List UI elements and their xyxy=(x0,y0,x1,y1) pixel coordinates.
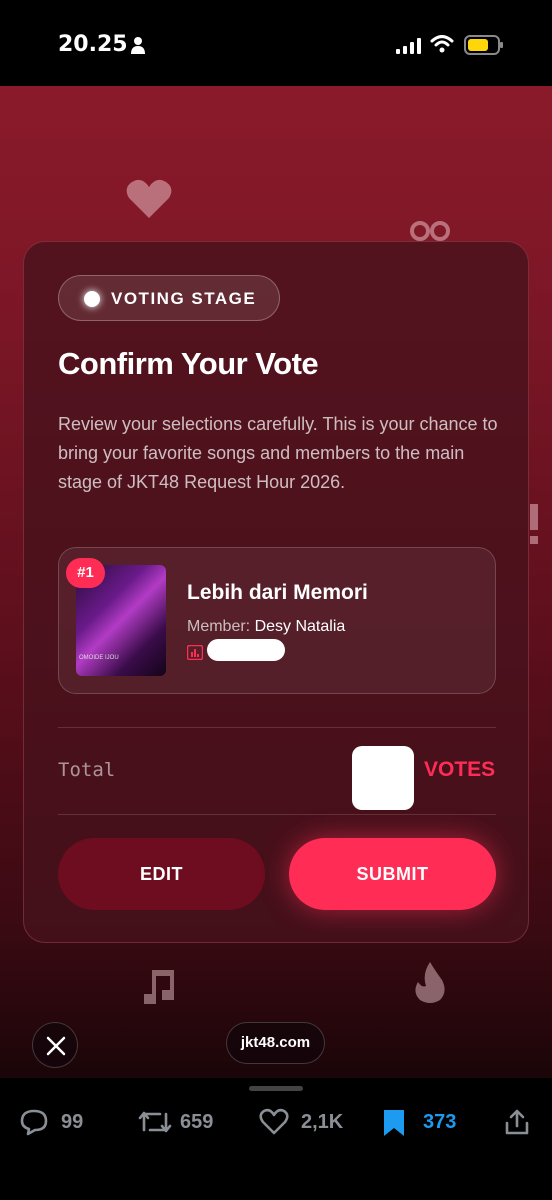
member-name: Desy Natalia xyxy=(254,618,346,635)
divider xyxy=(58,727,496,728)
exclamation-icon xyxy=(530,504,538,544)
sheet-grabber[interactable] xyxy=(249,1086,303,1091)
redaction-mark xyxy=(207,639,285,661)
reply-count: 99 xyxy=(61,1111,84,1133)
redaction-mark xyxy=(352,746,414,810)
description-text: Review your selections carefully. This i… xyxy=(58,414,498,492)
vote-selection-item: OMOIDE IJOU #1 Lebih dari Memori Member:… xyxy=(58,547,496,694)
member-line: Member: Desy Natalia xyxy=(187,618,345,636)
reply-icon xyxy=(20,1109,48,1136)
total-label: Total xyxy=(58,759,116,781)
bookmark-icon xyxy=(384,1110,404,1136)
member-label: Member: xyxy=(187,618,251,635)
signal-icon xyxy=(396,38,421,54)
submit-button[interactable]: SUBMIT xyxy=(289,838,496,910)
url-pill[interactable]: jkt48.com xyxy=(226,1022,325,1064)
status-dot xyxy=(84,291,100,307)
song-title: Lebih dari Memori xyxy=(187,581,368,604)
share-icon xyxy=(505,1109,529,1135)
bookmark-count: 373 xyxy=(423,1111,457,1133)
close-icon xyxy=(46,1036,66,1056)
heart-icon xyxy=(126,179,172,218)
page-title: Confirm Your Vote xyxy=(58,346,319,381)
wifi-icon xyxy=(430,35,454,53)
ribbon-icon xyxy=(410,221,450,241)
stage-label: VOTING STAGE xyxy=(111,289,257,308)
votes-label: VOTES xyxy=(424,758,496,781)
confirm-vote-card: VOTING STAGE Confirm Your Vote Review yo… xyxy=(23,241,529,943)
music-note-icon xyxy=(144,970,174,1004)
rank-badge: #1 xyxy=(66,558,105,588)
webview-page: VOTING STAGE Confirm Your Vote Review yo… xyxy=(0,86,552,1078)
bar-chart-icon xyxy=(187,645,203,660)
post-action-bar: 99 659 2,1K 373 xyxy=(0,1078,552,1200)
fire-icon xyxy=(415,962,445,1003)
stage-badge: VOTING STAGE xyxy=(58,275,280,321)
battery-icon xyxy=(464,35,503,55)
thumbnail-caption: OMOIDE IJOU xyxy=(79,655,119,661)
repost-icon xyxy=(138,1111,172,1133)
heart-outline-icon xyxy=(259,1108,289,1135)
close-button[interactable] xyxy=(32,1022,78,1068)
person-icon xyxy=(131,37,145,54)
status-time: 20.25 xyxy=(58,32,128,57)
like-count: 2,1K xyxy=(301,1111,344,1133)
divider xyxy=(58,814,496,815)
repost-count: 659 xyxy=(180,1111,214,1133)
status-bar: 20.25 xyxy=(0,0,552,86)
edit-button[interactable]: EDIT xyxy=(58,838,265,910)
